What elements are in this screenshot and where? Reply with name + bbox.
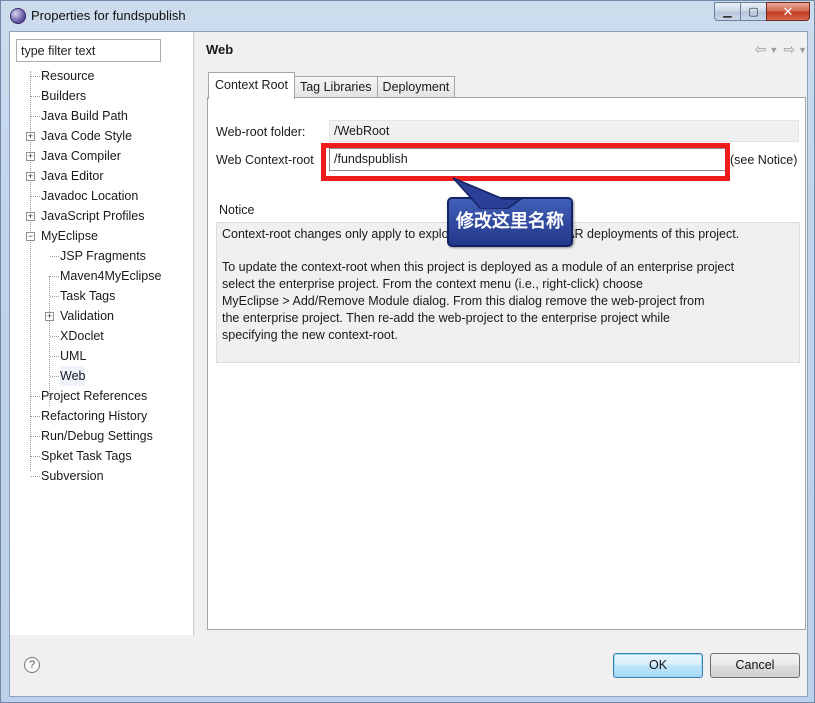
tree-item-label: Validation	[60, 309, 114, 323]
ok-button[interactable]: OK	[613, 653, 703, 678]
tree-item-javadoc-location[interactable]: Javadoc Location	[10, 186, 193, 206]
tree-connector	[50, 356, 59, 357]
tree-connector	[31, 76, 40, 77]
help-icon[interactable]: ?	[24, 657, 40, 673]
minimize-icon: ▁	[723, 6, 732, 18]
tree-item-run-debug-settings[interactable]: Run/Debug Settings	[10, 426, 193, 446]
tree-item-label: Spket Task Tags	[41, 449, 132, 463]
tab-deployment[interactable]: Deployment	[377, 76, 456, 98]
tree-item-label: Web	[60, 366, 86, 386]
tree-item-uml[interactable]: UML	[10, 346, 193, 366]
tree-item-label: Resource	[41, 69, 95, 83]
tree-item-label: Javadoc Location	[41, 189, 139, 203]
tree-item-javascript-profiles[interactable]: + JavaScript Profiles	[10, 206, 193, 226]
tab-context-root[interactable]: Context Root	[208, 72, 295, 99]
tree-item-subversion[interactable]: Subversion	[10, 466, 193, 486]
tree-item-java-editor[interactable]: + Java Editor	[10, 166, 193, 186]
notice-label: Notice	[219, 203, 255, 217]
web-root-folder-field: /WebRoot	[329, 120, 799, 142]
tree-item-java-build-path[interactable]: Java Build Path	[10, 106, 193, 126]
expand-plus-icon[interactable]: +	[26, 132, 35, 141]
tree-connector	[50, 296, 59, 297]
window-title: Properties for fundspublish	[31, 8, 186, 23]
forward-arrow-icon[interactable]: ⇨	[783, 41, 795, 58]
property-page-tree-pane: Resource Builders Java Build Path + Java…	[10, 32, 193, 635]
tab-strip: Context Root Tag Libraries Deployment	[208, 72, 456, 99]
tree-item-label: Java Compiler	[41, 149, 121, 163]
close-button[interactable]: ✕	[766, 2, 810, 21]
tree-connector	[50, 276, 59, 277]
expand-plus-icon[interactable]: +	[26, 152, 35, 161]
tree-item-resource[interactable]: Resource	[10, 66, 193, 86]
tree-connector	[31, 116, 40, 117]
tree-item-label: Maven4MyEclipse	[60, 269, 162, 283]
window-controls: ▁ ▢ ✕	[714, 2, 810, 22]
tab-tag-libraries[interactable]: Tag Libraries	[294, 76, 378, 98]
tree-item-task-tags[interactable]: Task Tags	[10, 286, 193, 306]
tree-item-label: Java Editor	[41, 169, 104, 183]
property-page: Web ⇦ ▼ ⇨ ▼ Context Root Tag Libraries D…	[194, 32, 809, 635]
tree-item-java-compiler[interactable]: + Java Compiler	[10, 146, 193, 166]
cancel-button[interactable]: Cancel	[710, 653, 800, 678]
tree-item-label: MyEclipse	[41, 229, 98, 243]
tree-item-builders[interactable]: Builders	[10, 86, 193, 106]
tree-item-label: Run/Debug Settings	[41, 429, 153, 443]
close-icon: ✕	[782, 3, 794, 19]
tree-item-xdoclet[interactable]: XDoclet	[10, 326, 193, 346]
tree-item-java-code-style[interactable]: + Java Code Style	[10, 126, 193, 146]
minimize-button[interactable]: ▁	[714, 2, 741, 21]
view-menu-chevron-down-icon[interactable]: ▼	[798, 45, 807, 58]
tree-item-label: Java Code Style	[41, 129, 133, 143]
back-menu-chevron-down-icon[interactable]: ▼	[769, 45, 778, 58]
tree-connector	[31, 416, 40, 417]
page-navigation: ⇦ ▼ ⇨ ▼	[750, 41, 807, 58]
tree-item-label: XDoclet	[60, 329, 104, 343]
tree-connector	[50, 256, 59, 257]
tree-item-myeclipse[interactable]: − MyEclipse	[10, 226, 193, 246]
tree-item-label: JSP Fragments	[60, 249, 146, 263]
tree-connector	[50, 376, 59, 377]
tree-item-project-references[interactable]: Project References	[10, 386, 193, 406]
notice-paragraph: To update the context-root when this pro…	[222, 260, 735, 342]
tree-item-jsp-fragments[interactable]: JSP Fragments	[10, 246, 193, 266]
properties-dialog: Properties for fundspublish ▁ ▢ ✕ Resour…	[0, 0, 815, 703]
tree-item-label: Subversion	[41, 469, 104, 483]
tree-connector	[31, 456, 40, 457]
expand-plus-icon[interactable]: +	[26, 172, 35, 181]
tree-item-label: UML	[60, 349, 87, 363]
expand-plus-icon[interactable]: +	[45, 312, 54, 321]
tree-item-label: Project References	[41, 389, 148, 403]
tree-connector	[31, 196, 40, 197]
collapse-minus-icon[interactable]: −	[26, 232, 35, 241]
see-notice-text: (see Notice)	[730, 153, 798, 167]
callout-pointer	[452, 177, 524, 209]
eclipse-app-icon	[10, 8, 26, 24]
maximize-button[interactable]: ▢	[740, 2, 767, 21]
tree-item-label: Task Tags	[60, 289, 116, 303]
tree-item-label: Builders	[41, 89, 87, 103]
filter-input[interactable]	[16, 39, 161, 62]
maximize-icon: ▢	[748, 6, 759, 18]
title-bar[interactable]: Properties for fundspublish ▁ ▢ ✕	[1, 1, 814, 29]
dialog-client-area: Resource Builders Java Build Path + Java…	[9, 31, 808, 697]
tree-item-web[interactable]: Web	[10, 366, 193, 386]
tree-item-label: JavaScript Profiles	[41, 209, 145, 223]
web-root-folder-label: Web-root folder:	[216, 125, 306, 139]
tree-connector	[31, 476, 40, 477]
page-title: Web	[206, 42, 234, 57]
web-context-root-label: Web Context-root	[216, 153, 314, 167]
tree-connector	[31, 96, 40, 97]
tree-item-maven4myeclipse[interactable]: Maven4MyEclipse	[10, 266, 193, 286]
tree-item-spket-task-tags[interactable]: Spket Task Tags	[10, 446, 193, 466]
tree-connector	[31, 436, 40, 437]
tree-connector	[50, 336, 59, 337]
back-arrow-icon[interactable]: ⇦	[755, 41, 767, 58]
tree-connector	[31, 396, 40, 397]
tree-item-label: Java Build Path	[41, 109, 128, 123]
tree-item-label: Refactoring History	[41, 409, 148, 423]
expand-plus-icon[interactable]: +	[26, 212, 35, 221]
tree-item-refactoring-history[interactable]: Refactoring History	[10, 406, 193, 426]
tree-item-validation[interactable]: + Validation	[10, 306, 193, 326]
